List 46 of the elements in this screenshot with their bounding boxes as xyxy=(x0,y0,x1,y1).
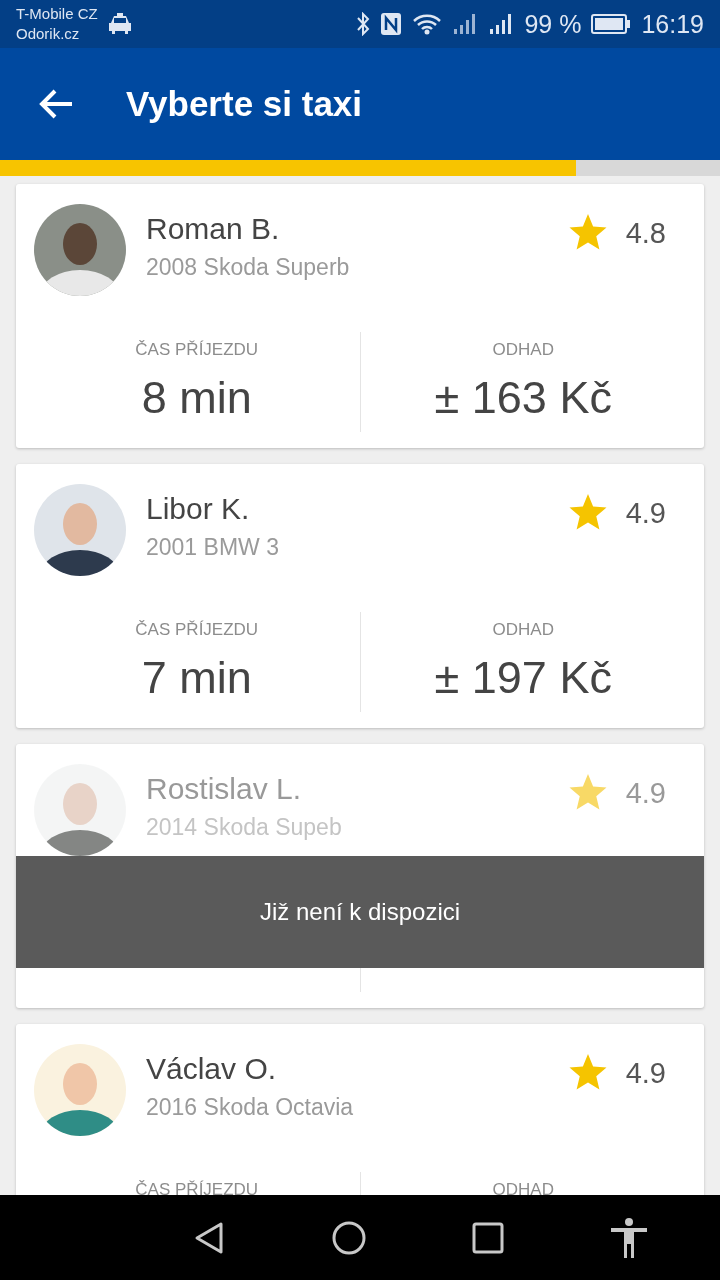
battery-percent: 99 % xyxy=(524,9,582,39)
eta-label: ČAS PŘÍJEZDU xyxy=(135,340,259,360)
bluetooth-icon xyxy=(356,12,371,36)
operator-name: Odorik.cz xyxy=(16,24,81,44)
car-model: 2001 BMW 3 xyxy=(146,534,280,561)
screen-title: Vyberte si taxi xyxy=(126,84,363,124)
driver-name: Roman B. xyxy=(146,212,281,246)
price-label: ODHAD xyxy=(492,340,554,360)
price-label: ODHAD xyxy=(492,620,554,640)
car-model: 2016 Skoda Octavia xyxy=(146,1094,355,1121)
star-icon xyxy=(567,494,608,532)
eta-value: 7 min xyxy=(141,652,252,704)
star-icon xyxy=(567,774,608,812)
price-label: ODHAD xyxy=(492,1180,554,1195)
rating: 4.9 xyxy=(625,496,666,530)
driver-name: Rostislav L. xyxy=(146,772,303,806)
rating: 4.9 xyxy=(625,1056,666,1090)
car-model: 2008 Skoda Superb xyxy=(146,254,351,281)
car-icon xyxy=(107,13,132,35)
driver-card[interactable]: Libor K. 2001 BMW 3 4.9 ČAS PŘÍJEZDU 7 min ODHAD ± 197 Kč xyxy=(16,464,704,728)
star-icon xyxy=(567,1054,608,1092)
recents-icon[interactable] xyxy=(472,1221,505,1254)
driver-name: Libor K. xyxy=(146,492,251,526)
star-icon xyxy=(567,214,608,252)
rating: 4.9 xyxy=(625,776,666,810)
eta-value: 8 min xyxy=(141,372,252,424)
home-icon[interactable] xyxy=(331,1220,366,1255)
carrier-name: T-Mobile CZ xyxy=(16,4,98,24)
unavailable-banner: Již není k dispozici xyxy=(16,856,704,968)
driver-name: Václav O. xyxy=(146,1052,278,1086)
price-value: ± 197 Kč xyxy=(434,652,612,704)
driver-card[interactable]: Václav O. 2016 Skoda Octavia 4.9 ČAS PŘÍJEZDU ODHAD xyxy=(16,1024,704,1195)
rating: 4.8 xyxy=(625,216,666,250)
wifi-icon xyxy=(412,13,443,35)
driver-card[interactable]: Roman B. 2008 Skoda Superb 4.8 ČAS PŘÍJEZDU 8 min ODHAD ± 163 Kč xyxy=(16,184,704,448)
clock: 16:19 xyxy=(641,9,704,39)
battery-icon xyxy=(591,14,632,34)
eta-label: ČAS PŘÍJEZDU xyxy=(135,620,259,640)
accessibility-icon[interactable] xyxy=(610,1217,647,1258)
car-model: 2014 Skoda Supeb xyxy=(146,814,343,841)
back-icon[interactable] xyxy=(193,1220,226,1255)
price-value: ± 163 Kč xyxy=(434,372,612,424)
nfc-icon xyxy=(380,12,403,36)
eta-label: ČAS PŘÍJEZDU xyxy=(135,1180,259,1195)
driver-card[interactable]: Rostislav L. 2014 Skoda Supeb 4.9 Již není k dispozici xyxy=(16,744,704,1008)
back-arrow-icon[interactable] xyxy=(38,88,74,120)
